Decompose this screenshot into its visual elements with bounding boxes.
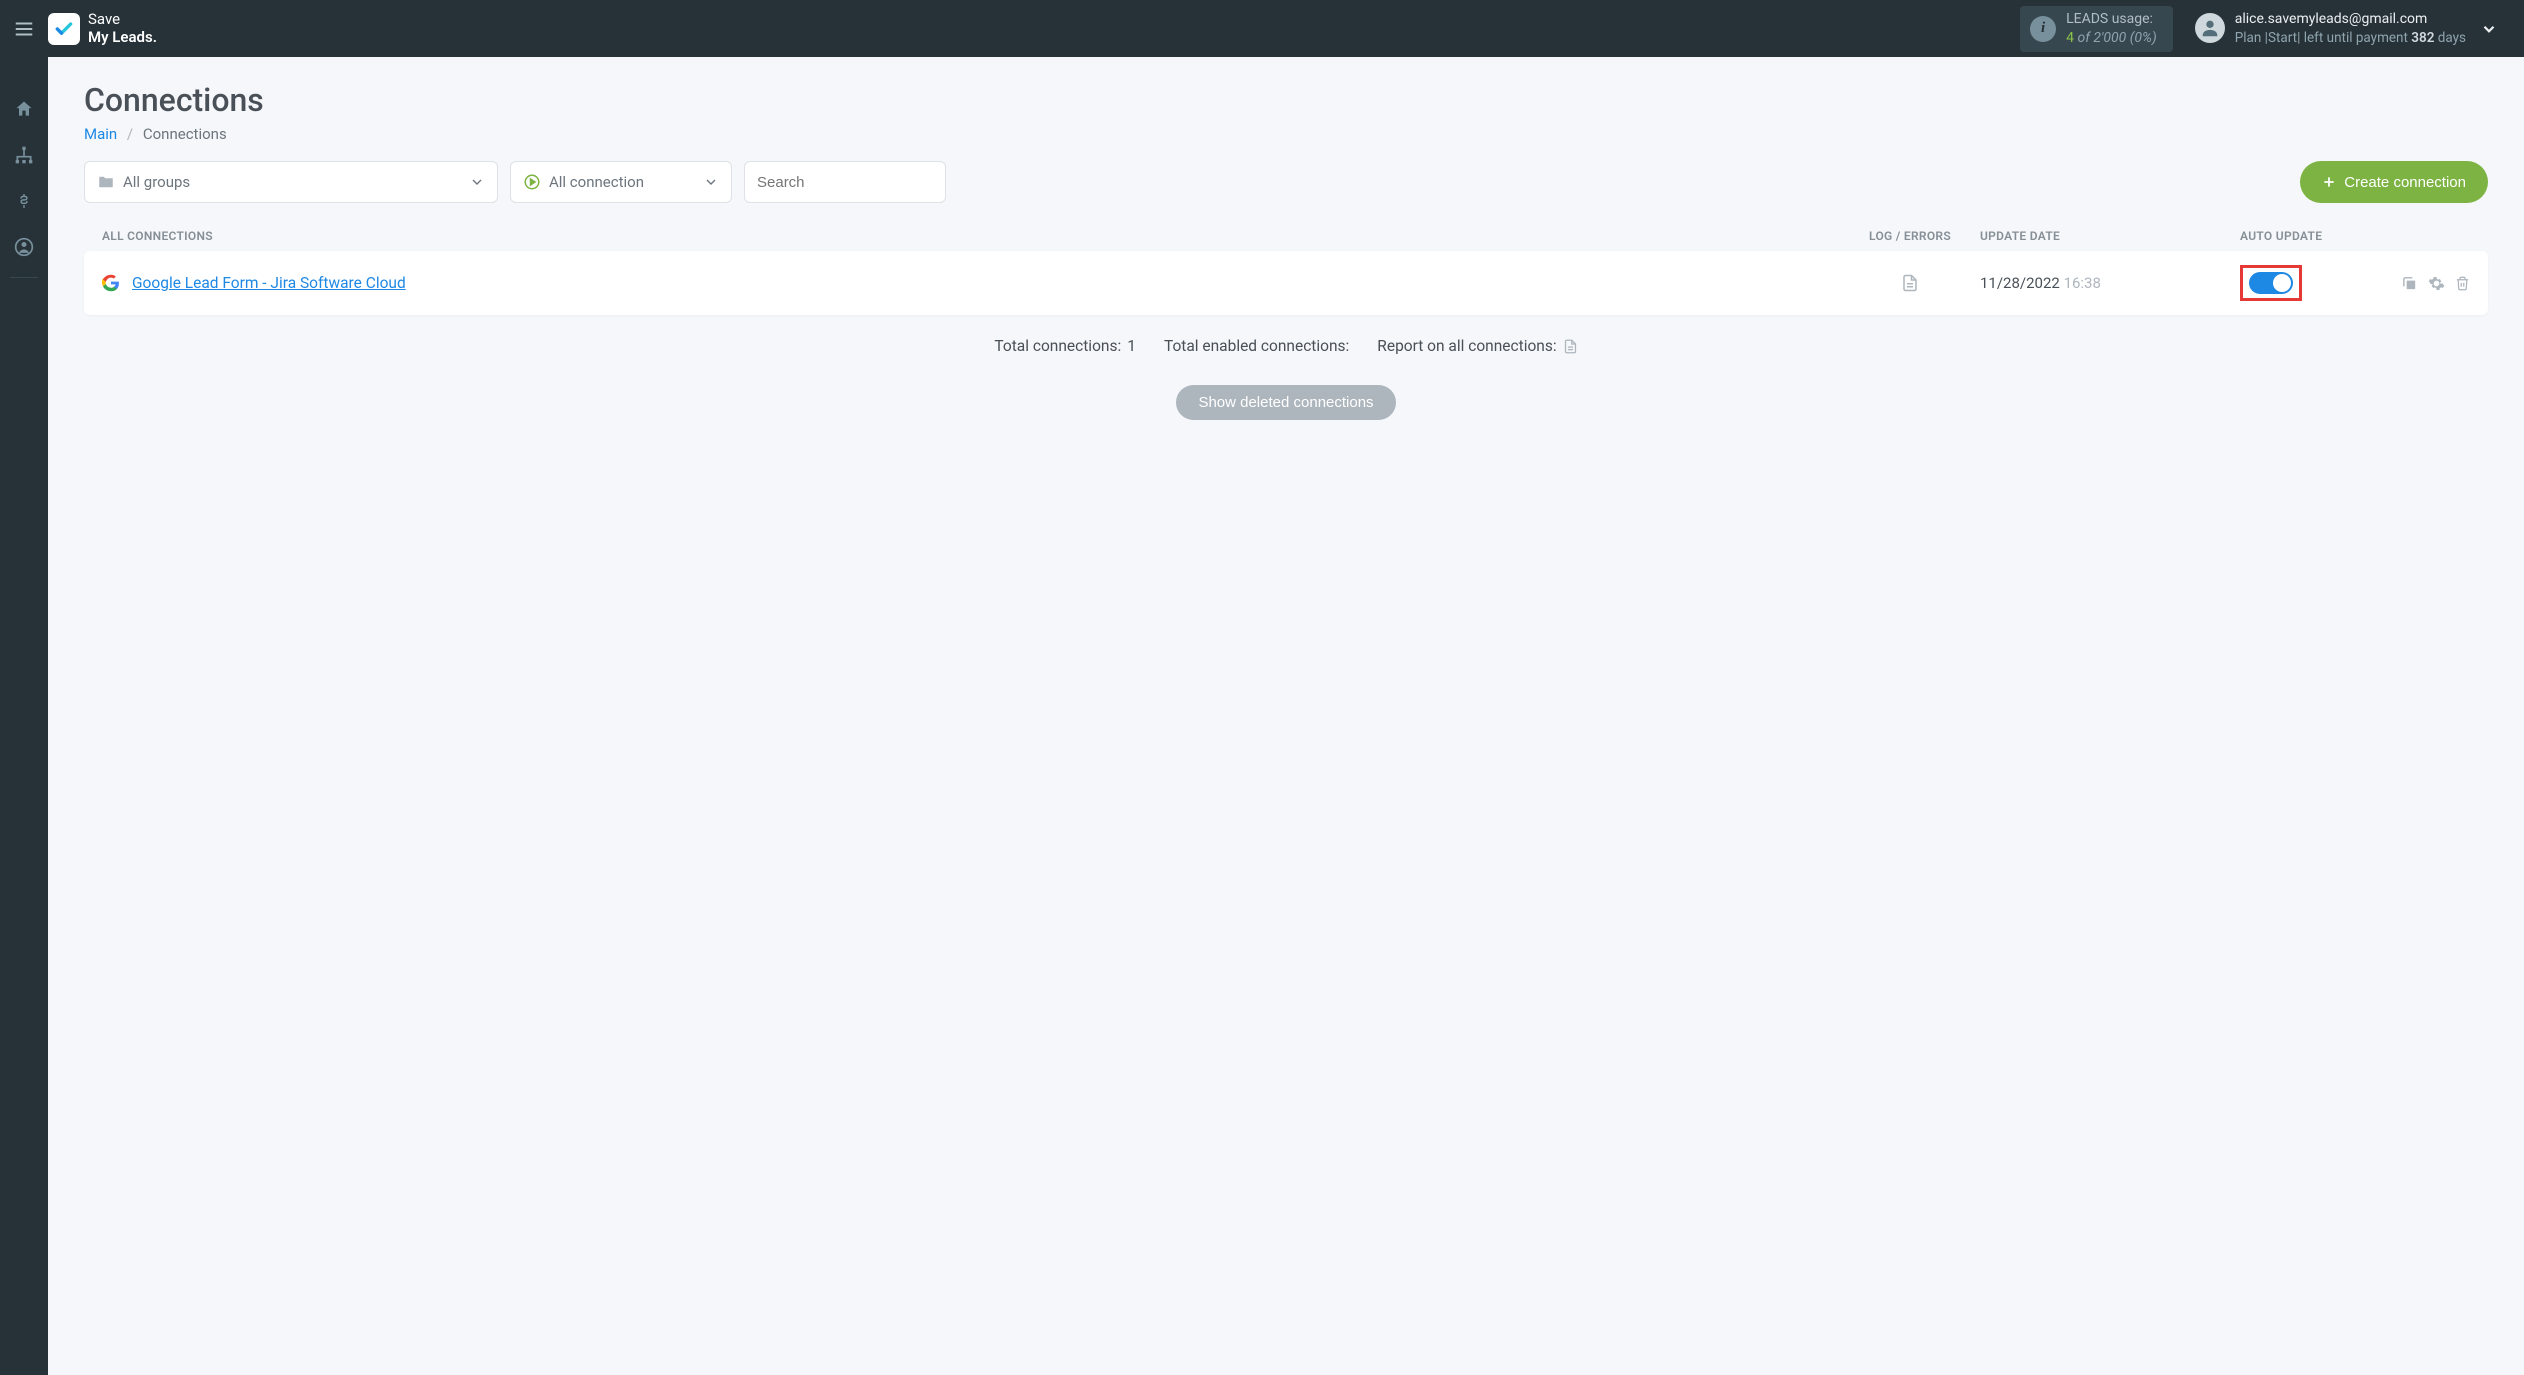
info-icon[interactable]: i [2030, 16, 2056, 42]
chevron-down-icon [469, 174, 485, 190]
brand-name: Save My Leads. [88, 11, 157, 46]
main-content: Connections Main / Connections All group… [48, 57, 2524, 1375]
create-connection-button[interactable]: Create connection [2300, 161, 2488, 203]
usage-value: 4 of 2'000 (0%) [2066, 29, 2157, 47]
user-menu[interactable]: alice.savemyleads@gmail.com Plan |Start|… [2195, 10, 2466, 47]
auto-update-toggle[interactable] [2249, 272, 2293, 294]
breadcrumb: Main / Connections [84, 125, 2488, 143]
col-header-date: UPDATE DATE [1970, 229, 2140, 243]
user-menu-chevron-icon[interactable] [2466, 20, 2512, 38]
chevron-down-icon [703, 174, 719, 190]
total-connections: Total connections: 1 [994, 337, 1136, 355]
page-title: Connections [84, 81, 2488, 119]
app-header: Save My Leads. i LEADS usage: 4 of 2'000… [0, 0, 2524, 57]
col-header-auto: AUTO UPDATE [2240, 229, 2380, 243]
sidebar [0, 57, 48, 1375]
usage-box: i LEADS usage: 4 of 2'000 (0%) [2020, 6, 2173, 52]
connection-filter-label: All connection [549, 173, 644, 191]
connection-date: 11/28/2022 16:38 [1970, 274, 2140, 292]
brand-line1: Save [88, 11, 157, 28]
play-circle-icon [523, 173, 541, 191]
breadcrumb-current: Connections [143, 125, 227, 143]
report-all-connections[interactable]: Report on all connections: [1377, 337, 1577, 355]
summary-row: Total connections: 1 Total enabled conne… [84, 337, 2488, 355]
report-document-icon [1563, 338, 1578, 355]
col-header-all: ALL CONNECTIONS [102, 229, 1850, 243]
show-deleted-button[interactable]: Show deleted connections [1176, 385, 1395, 420]
total-enabled-connections: Total enabled connections: [1164, 337, 1349, 355]
log-document-icon[interactable] [1901, 273, 1919, 293]
sidebar-billing-icon[interactable] [0, 179, 48, 223]
usage-label: LEADS usage: [2066, 10, 2157, 28]
breadcrumb-main-link[interactable]: Main [84, 125, 117, 143]
search-input-wrapper[interactable] [744, 161, 946, 203]
user-avatar-icon [2195, 13, 2225, 43]
groups-filter-label: All groups [123, 173, 190, 191]
groups-filter-select[interactable]: All groups [84, 161, 498, 203]
table-row: Google Lead Form - Jira Software Cloud 1… [84, 251, 2488, 315]
google-icon [102, 274, 120, 292]
user-plan: Plan |Start| left until payment 382 days [2235, 29, 2466, 47]
folder-icon [97, 173, 115, 191]
hamburger-menu-icon[interactable] [12, 17, 36, 41]
col-header-log: LOG / ERRORS [1850, 229, 1970, 243]
gear-icon[interactable] [2428, 275, 2445, 292]
sidebar-home-icon[interactable] [0, 87, 48, 131]
connection-name-link[interactable]: Google Lead Form - Jira Software Cloud [132, 274, 406, 292]
sidebar-connections-icon[interactable] [0, 133, 48, 177]
brand-logo-icon[interactable] [48, 13, 80, 45]
user-email: alice.savemyleads@gmail.com [2235, 10, 2466, 29]
auto-update-highlight [2240, 265, 2302, 301]
table-header: ALL CONNECTIONS LOG / ERRORS UPDATE DATE… [84, 221, 2488, 251]
copy-icon[interactable] [2401, 275, 2418, 292]
brand-line2: My Leads. [88, 29, 157, 46]
plus-icon [2322, 175, 2336, 189]
create-connection-label: Create connection [2344, 174, 2466, 191]
trash-icon[interactable] [2455, 275, 2470, 292]
connection-filter-select[interactable]: All connection [510, 161, 732, 203]
sidebar-account-icon[interactable] [0, 225, 48, 269]
search-input[interactable] [757, 174, 933, 191]
